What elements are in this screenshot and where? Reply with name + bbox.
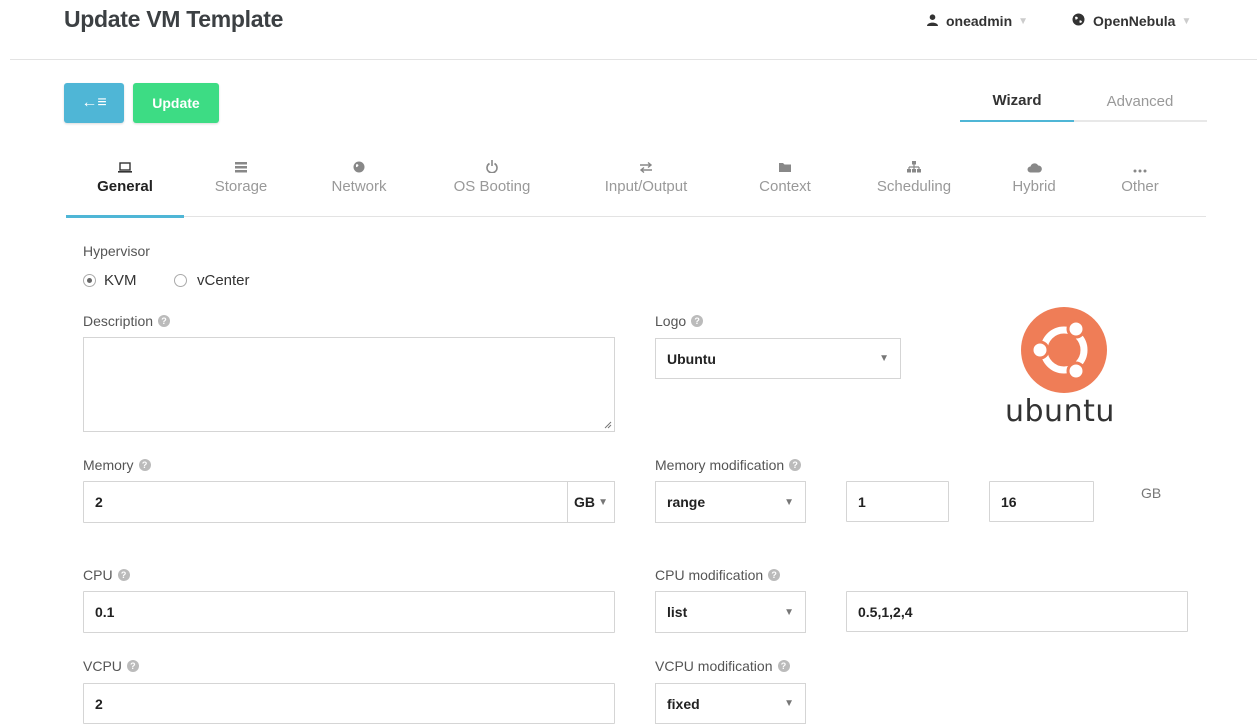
tab-hybrid[interactable]: Hybrid <box>998 160 1070 195</box>
tab-network[interactable]: Network <box>314 160 404 195</box>
header-divider <box>10 59 1257 60</box>
help-icon[interactable]: ? <box>117 569 130 581</box>
help-icon[interactable]: ? <box>768 569 781 581</box>
tab-storage[interactable]: Storage <box>196 160 286 195</box>
help-icon[interactable]: ? <box>777 660 790 672</box>
help-icon[interactable]: ? <box>126 660 139 672</box>
tab-input-output[interactable]: Input/Output <box>582 160 710 195</box>
tab-context[interactable]: Context <box>740 160 830 195</box>
user-name: oneadmin <box>946 13 1013 29</box>
mode-tab-indicator <box>960 120 1074 122</box>
laptop-icon <box>66 160 184 178</box>
zone-menu[interactable]: OpenNebula ▼ <box>1072 13 1191 29</box>
description-label: Description ? <box>83 313 171 329</box>
help-icon[interactable]: ? <box>158 315 171 327</box>
chevron-down-icon: ▼ <box>1018 15 1029 27</box>
chevron-down-icon: ▼ <box>784 496 794 508</box>
globe-icon <box>1072 13 1085 29</box>
hypervisor-option-kvm[interactable]: KVM <box>83 272 137 289</box>
hypervisor-label: Hypervisor <box>83 243 150 259</box>
tabs-divider <box>66 216 1206 217</box>
folder-icon <box>740 160 830 178</box>
logo-select[interactable]: Ubuntu ▼ <box>655 338 901 379</box>
vcpu-label: VCPU ? <box>83 658 139 674</box>
memory-max-input[interactable]: 16 <box>989 481 1094 522</box>
ellipsis-icon <box>1100 160 1180 178</box>
resize-handle-icon[interactable] <box>604 421 612 429</box>
cpu-label: CPU ? <box>83 567 130 583</box>
exchange-icon <box>582 160 710 178</box>
update-button[interactable]: Update <box>133 83 219 123</box>
sitemap-icon <box>860 160 968 178</box>
memory-unit-select[interactable]: GB ▼ <box>567 481 615 523</box>
vcenter-radio[interactable] <box>174 274 187 287</box>
chevron-down-icon: ▼ <box>784 698 794 709</box>
kvm-label: KVM <box>104 272 137 289</box>
kvm-radio[interactable] <box>83 274 96 287</box>
chevron-down-icon: ▼ <box>598 496 608 508</box>
help-icon[interactable]: ? <box>789 459 802 471</box>
vcpu-modification-select[interactable]: fixed ▼ <box>655 683 806 724</box>
back-list-icon: ←≡ <box>81 94 107 111</box>
vcpu-modification-label: VCPU modification ? <box>655 658 790 674</box>
vcpu-input[interactable]: 2 <box>83 683 615 724</box>
back-to-list-button[interactable]: ←≡ <box>64 83 124 123</box>
globe-icon <box>314 160 404 178</box>
memory-label: Memory ? <box>83 457 151 473</box>
chevron-down-icon: ▼ <box>1181 15 1192 27</box>
tab-advanced[interactable]: Advanced <box>1074 93 1206 110</box>
page-title: Update VM Template <box>64 6 284 32</box>
tab-active-indicator <box>66 215 184 218</box>
tab-general[interactable]: General <box>66 160 184 195</box>
help-icon[interactable]: ? <box>138 459 151 471</box>
memory-modification-unit: GB <box>1141 485 1162 501</box>
power-icon <box>432 160 552 178</box>
storage-icon <box>196 160 286 178</box>
chevron-down-icon: ▼ <box>784 606 794 618</box>
logo-label: Logo ? <box>655 313 704 329</box>
help-icon[interactable]: ? <box>691 315 704 327</box>
description-textarea[interactable] <box>83 337 615 432</box>
user-menu[interactable]: oneadmin ▼ <box>927 13 1028 29</box>
user-icon <box>927 13 938 29</box>
logo-preview-text: ubuntu <box>1005 394 1115 429</box>
cloud-icon <box>998 160 1070 178</box>
chevron-down-icon: ▼ <box>879 353 889 364</box>
memory-modification-select[interactable]: range ▼ <box>655 481 806 523</box>
cpu-input[interactable]: 0.1 <box>83 591 615 633</box>
tab-scheduling[interactable]: Scheduling <box>860 160 968 195</box>
hypervisor-option-vcenter[interactable]: vCenter <box>174 272 250 289</box>
ubuntu-logo-icon <box>1020 306 1108 399</box>
cpu-options-input[interactable]: 0.5,1,2,4 <box>846 591 1188 632</box>
zone-name: OpenNebula <box>1093 13 1176 29</box>
tab-other[interactable]: Other <box>1100 160 1180 195</box>
tab-wizard[interactable]: Wizard <box>960 92 1074 109</box>
memory-modification-label: Memory modification ? <box>655 457 802 473</box>
vcenter-label: vCenter <box>197 272 250 289</box>
memory-min-input[interactable]: 1 <box>846 481 949 522</box>
cpu-modification-select[interactable]: list ▼ <box>655 591 806 633</box>
tab-os-booting[interactable]: OS Booting <box>432 160 552 195</box>
cpu-modification-label: CPU modification ? <box>655 567 781 583</box>
memory-input[interactable]: 2 <box>83 481 568 523</box>
